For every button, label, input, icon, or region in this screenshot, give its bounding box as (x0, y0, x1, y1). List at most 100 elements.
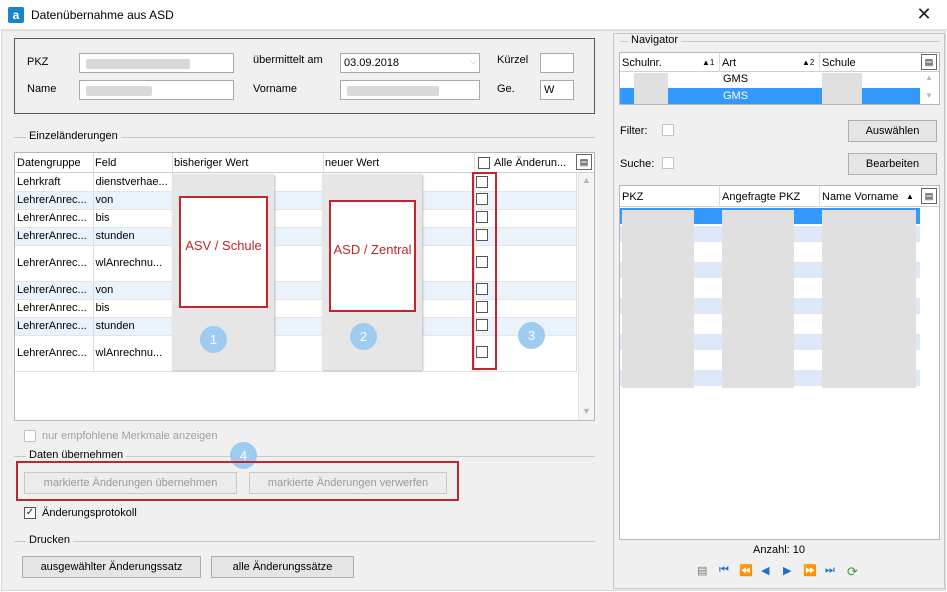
row-checkbox[interactable] (476, 346, 488, 358)
school-table-header: Schulnr. ▲1 Art ▲2 Schule ▤ (620, 53, 939, 72)
nur-empfohlene-label: nur empfohlene Merkmale anzeigen (42, 430, 218, 442)
changes-table: Datengruppe Feld bisheriger Wert neuer W… (14, 152, 595, 421)
row-checkbox[interactable] (476, 256, 488, 268)
cell-feld: von (93, 191, 173, 210)
refresh-icon[interactable]: ⟳ (847, 564, 858, 580)
sort-asc-2-icon: ▲2 (802, 58, 815, 67)
cell-datengruppe: LehrerAnrec... (15, 209, 94, 228)
kuerzel-field (540, 53, 574, 73)
select-all-checkbox[interactable] (478, 157, 490, 169)
list-icon[interactable]: ▤ (697, 564, 707, 577)
ge-value: W (544, 84, 555, 96)
filter-checkbox[interactable] (662, 124, 674, 136)
cell-datengruppe: LehrerAnrec... (15, 281, 94, 300)
col-bisheriger-wert[interactable]: bisheriger Wert (174, 157, 248, 169)
navigation-toolbar: ▤ ⏮ ⏪ ◀ ▶ ⏩ ⏭ ⟳ (697, 564, 867, 580)
vorname-field (340, 80, 480, 100)
redacted-schule (822, 73, 862, 104)
cell-datengruppe: LehrerAnrec... (15, 245, 94, 282)
fast-forward-icon[interactable]: ⏩ (803, 564, 817, 577)
print-all-button[interactable]: alle Änderungssätze (211, 556, 354, 578)
protokoll-label: Änderungsprotokoll (42, 507, 137, 519)
row-checkbox[interactable] (476, 193, 488, 205)
previous-icon[interactable]: ◀ (761, 564, 769, 577)
redacted-schulnr (634, 73, 668, 104)
redacted-name (822, 210, 916, 388)
scroll-down-icon[interactable]: ▼ (925, 91, 933, 100)
column-chooser-icon[interactable]: ▤ (921, 188, 937, 204)
asv-schule-annotation: ASV / Schule (179, 196, 268, 308)
scroll-down-icon[interactable]: ▼ (582, 406, 591, 416)
col-name-vorname[interactable]: Name Vorname (822, 191, 898, 203)
bearbeiten-button[interactable]: Bearbeiten (848, 153, 937, 175)
next-icon[interactable]: ▶ (783, 564, 791, 577)
cell-feld: von (93, 281, 173, 300)
col-neuer-wert[interactable]: neuer Wert (325, 157, 379, 169)
row-checkbox[interactable] (476, 176, 488, 188)
col-pkz[interactable]: PKZ (622, 191, 643, 203)
title-bar: a Datenübernahme aus ASD ✕ (0, 0, 947, 30)
drucken-group-title: Drucken (26, 534, 73, 546)
cell-feld: stunden (93, 317, 173, 336)
row-checkbox[interactable] (476, 301, 488, 313)
close-icon[interactable]: ✕ (912, 3, 936, 25)
redacted-angefragte-pkz (722, 210, 794, 388)
fast-back-icon[interactable]: ⏪ (739, 564, 753, 577)
marker-1: 1 (200, 326, 227, 353)
column-chooser-icon[interactable]: ▤ (576, 154, 592, 170)
chevron-down-icon[interactable]: ⌵ (470, 56, 477, 67)
col-schulnr[interactable]: Schulnr. (622, 57, 662, 69)
row-checkbox[interactable] (476, 211, 488, 223)
marker-2: 2 (350, 323, 377, 350)
uebernehmen-group-title: Daten übernehmen (26, 449, 127, 461)
last-record-icon[interactable]: ⏭ (825, 564, 835, 577)
col-schule[interactable]: Schule (822, 57, 856, 69)
column-chooser-icon[interactable]: ▤ (921, 54, 937, 70)
app-icon: a (8, 7, 24, 23)
col-angefragte-pkz[interactable]: Angefragte PKZ (722, 191, 800, 203)
cell-datengruppe: LehrerAnrec... (15, 227, 94, 246)
cell-datengruppe: LehrerAnrec... (15, 299, 94, 318)
cell-datengruppe: Lehrkraft (15, 173, 94, 192)
col-feld[interactable]: Feld (95, 157, 116, 169)
cell-datengruppe: LehrerAnrec... (15, 191, 94, 210)
first-record-icon[interactable]: ⏮ (719, 564, 729, 577)
row-checkbox[interactable] (476, 319, 488, 331)
ge-field: W (540, 80, 574, 100)
col-art[interactable]: Art (722, 57, 736, 69)
suche-checkbox[interactable] (662, 157, 674, 169)
pkz-field (79, 53, 234, 73)
nur-empfohlene-checkbox[interactable] (24, 430, 36, 442)
sort-asc-1-icon: ▲1 (702, 58, 715, 67)
person-list: PKZ Angefragte PKZ Name Vorname ▲ ▤ (619, 185, 940, 540)
ge-label: Ge. (497, 83, 515, 95)
verwerfen-button[interactable]: markierte Änderungen verwerfen (249, 472, 447, 494)
person-list-header: PKZ Angefragte PKZ Name Vorname ▲ ▤ (620, 186, 939, 207)
print-selected-button[interactable]: ausgewählter Änderungssatz (22, 556, 201, 578)
changes-scrollbar[interactable]: ▲ ▼ (578, 173, 594, 420)
cell-feld: wlAnrechnu... (93, 335, 173, 372)
cell-feld: wlAnrechnu... (93, 245, 173, 282)
scroll-up-icon[interactable]: ▲ (925, 73, 933, 82)
cell-feld: bis (93, 299, 173, 318)
row-checkbox[interactable] (476, 283, 488, 295)
navigator-title: Navigator (628, 34, 682, 46)
cell-feld: stunden (93, 227, 173, 246)
protokoll-checkbox[interactable]: ✓ (24, 507, 36, 519)
scroll-up-icon[interactable]: ▲ (582, 175, 591, 185)
marker-3: 3 (518, 322, 545, 349)
anzahl-count: Anzahl: 10 (753, 544, 805, 556)
cell-art: GMS (723, 73, 749, 85)
uebermittelt-label: übermittelt am (253, 54, 323, 66)
uebermittelt-value: 03.09.2018 (344, 57, 400, 69)
auswaehlen-button[interactable]: Auswählen (848, 120, 937, 142)
col-alle-aenderungen[interactable]: Alle Änderun... (494, 157, 566, 169)
row-checkbox[interactable] (476, 229, 488, 241)
uebernehmen-button[interactable]: markierte Änderungen übernehmen (24, 472, 237, 494)
col-datengruppe[interactable]: Datengruppe (17, 157, 81, 169)
name-label: Name (27, 83, 57, 95)
name-field (79, 80, 234, 100)
asd-zentral-annotation: ASD / Zentral (329, 200, 416, 312)
cell-feld: dienstverhae... (93, 173, 173, 192)
suche-label: Suche: (620, 158, 655, 170)
